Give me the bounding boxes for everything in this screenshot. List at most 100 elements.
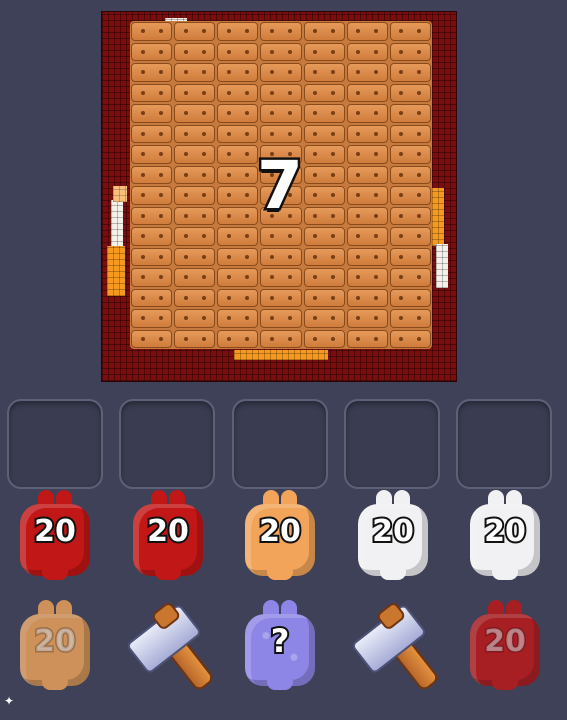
crate-block [346,309,388,328]
crate-block [131,165,173,184]
crate-block [303,288,345,307]
crate-block [174,186,216,205]
crate-block [389,124,431,143]
crate-block [217,124,259,143]
crate-block [131,227,173,246]
crate-block [346,206,388,225]
crate-block [389,268,431,287]
crate-block [131,329,173,348]
crate-block [346,165,388,184]
crate-block [389,288,431,307]
pixel-accent [432,188,444,246]
crate-block [303,329,345,348]
crate-block [346,288,388,307]
crate-block [260,22,302,41]
crate-block [174,104,216,123]
orange-bin[interactable]: 20 [243,490,317,580]
crate-block [303,104,345,123]
crate-block [346,227,388,246]
crate-block [260,42,302,61]
bin-foot [492,680,518,690]
slot-5[interactable] [456,399,552,489]
crate-block [260,268,302,287]
crate-block [346,186,388,205]
bin-foot [267,680,293,690]
crate-block [174,288,216,307]
crate-block [346,329,388,348]
level-number: 7 [255,145,306,226]
crate-block [260,83,302,102]
pixel-accent [436,244,448,288]
crate-block [174,42,216,61]
crate-block [131,124,173,143]
crate-block [131,247,173,266]
crate-block [389,227,431,246]
crate-block [217,42,259,61]
white-bin[interactable]: 20 [468,490,542,580]
bin-foot [492,570,518,580]
crate-block [346,63,388,82]
crate-block [217,22,259,41]
bin-foot [42,680,68,690]
crate-block [174,247,216,266]
slot-2[interactable] [119,399,215,489]
crate-block [131,145,173,164]
slot-4[interactable] [344,399,440,489]
hammer-icon[interactable] [345,600,441,696]
crate-block [389,165,431,184]
crate-block [174,206,216,225]
crate-block [131,186,173,205]
crate-block [260,329,302,348]
crate-block [217,104,259,123]
bin-count: 20 [483,623,528,661]
crate-block [346,104,388,123]
red-bin[interactable]: 20 [131,490,205,580]
bin-count: 20 [145,512,191,551]
crate-block [389,206,431,225]
crate-block [217,268,259,287]
crate-block [260,227,302,246]
crate-block [174,124,216,143]
crate-block [174,83,216,102]
crate-block [174,309,216,328]
crate-block [217,329,259,348]
crate-block [131,83,173,102]
white-bin[interactable]: 20 [356,490,430,580]
crate-block [174,165,216,184]
mystery-bin[interactable]: ? [243,600,317,690]
crate-block [131,206,173,225]
crate-block [303,247,345,266]
crate-block [131,268,173,287]
bin-foot [267,570,293,580]
crate-block [217,288,259,307]
crate-block [389,145,431,164]
bin-count: 20 [482,512,528,551]
crate-block [217,309,259,328]
crate-block [303,22,345,41]
bin-count: 20 [257,512,303,551]
crate-block [174,329,216,348]
crate-block [346,268,388,287]
crate-block [174,145,216,164]
crate-block [174,22,216,41]
crate-block [389,83,431,102]
crate-block [346,247,388,266]
bin-count: ? [269,620,292,662]
bin-foot [155,570,181,580]
crate-block [346,124,388,143]
crate-block [346,22,388,41]
slot-3[interactable] [232,399,328,489]
orange-bin[interactable]: 20 [18,600,92,690]
crate-block [174,268,216,287]
red-bin[interactable]: 20 [468,600,542,690]
crate-block [346,83,388,102]
bin-foot [380,570,406,580]
hammer-icon[interactable] [120,600,216,696]
red-bin[interactable]: 20 [18,490,92,580]
crate-block [303,42,345,61]
pixel-accent [111,200,123,248]
slot-1[interactable] [7,399,103,489]
crate-block [217,227,259,246]
crate-block [217,83,259,102]
crate-block [217,63,259,82]
